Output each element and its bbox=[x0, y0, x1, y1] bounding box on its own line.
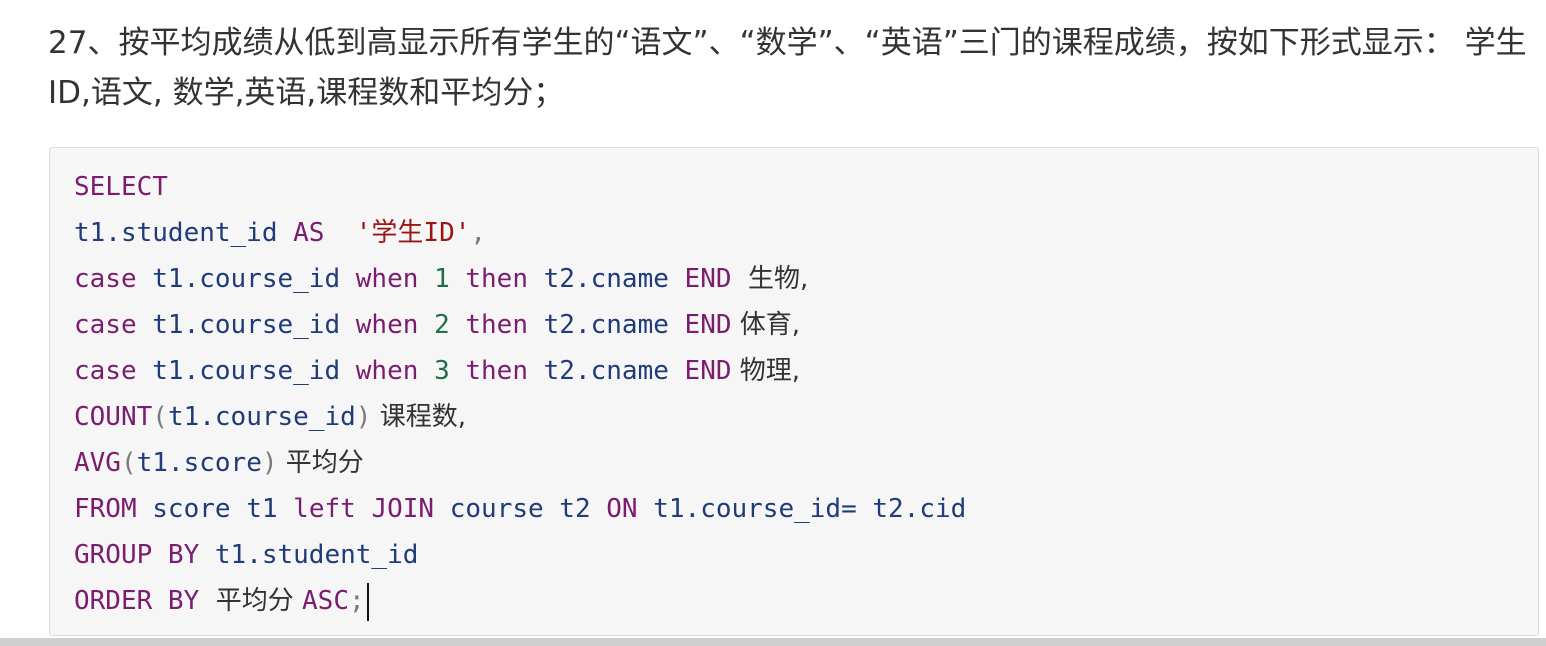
code-token: left bbox=[293, 494, 356, 524]
code-token: '学生ID' bbox=[355, 218, 471, 248]
code-token: case bbox=[74, 356, 137, 386]
code-token: ) bbox=[261, 448, 278, 478]
text-caret bbox=[366, 582, 369, 621]
code-token: t1.score bbox=[136, 448, 262, 478]
code-token: ORDER BY bbox=[74, 586, 200, 616]
code-token: t1.course_id bbox=[167, 402, 356, 432]
horizontal-scrollbar[interactable] bbox=[0, 638, 1546, 646]
code-token: when bbox=[355, 310, 419, 340]
code-token: t1.course_id bbox=[136, 310, 356, 340]
code-line: ORDER BY 平均分 ASC; bbox=[74, 578, 966, 624]
code-line: COUNT(t1.course_id) 课程数, bbox=[74, 394, 966, 440]
code-token: AS bbox=[293, 218, 325, 248]
code-line: t1.student_id AS '学生ID', bbox=[74, 210, 966, 256]
question-text: 27、按平均成绩从低到高显示所有学生的“语文”、“数学”、“英语”三门的课程成绩… bbox=[48, 25, 1527, 111]
code-token: 2 bbox=[434, 310, 450, 340]
code-token: t1.student_id bbox=[199, 540, 419, 570]
code-token: 课程数, bbox=[371, 402, 466, 432]
code-token: 物理, bbox=[731, 356, 801, 386]
code-token: t2.cname bbox=[528, 310, 685, 340]
code-token: t1.student_id bbox=[74, 218, 294, 248]
code-token: t1.course_id= t2.cid bbox=[637, 494, 967, 524]
code-token: then bbox=[465, 264, 528, 294]
code-token: COUNT bbox=[74, 402, 153, 432]
code-token: case bbox=[74, 310, 137, 340]
code-token: course t2 bbox=[434, 494, 607, 524]
code-token: JOIN bbox=[371, 494, 435, 524]
code-line: case t1.course_id when 2 then t2.cname E… bbox=[74, 302, 966, 348]
code-token: when bbox=[355, 356, 419, 386]
code-line: GROUP BY t1.student_id bbox=[74, 532, 966, 578]
code-line: SELECT bbox=[74, 164, 966, 210]
code-token: score t1 bbox=[136, 494, 294, 524]
code-token: ) bbox=[355, 402, 372, 432]
code-token: , bbox=[470, 218, 487, 248]
code-token: ( bbox=[120, 448, 137, 478]
code-token: then bbox=[465, 356, 528, 386]
code-token: END bbox=[684, 264, 732, 294]
code-token: FROM bbox=[74, 494, 137, 524]
code-line: AVG(t1.score) 平均分 bbox=[74, 440, 966, 486]
code-token: ( bbox=[152, 402, 168, 432]
code-token: t2.cname bbox=[528, 264, 685, 294]
code-token: 1 bbox=[434, 264, 450, 294]
code-line: case t1.course_id when 3 then t2.cname E… bbox=[74, 348, 966, 394]
code-token: 平均分 bbox=[199, 586, 303, 616]
code-token: when bbox=[355, 264, 419, 294]
code-token: 体育, bbox=[731, 310, 801, 340]
code-token: ASC bbox=[302, 586, 349, 616]
code-token: 平均分 bbox=[277, 448, 364, 478]
code-line: case t1.course_id when 1 then t2.cname E… bbox=[74, 256, 966, 302]
code-token: SELECT bbox=[74, 172, 168, 202]
code-line: FROM score t1 left JOIN course t2 ON t1.… bbox=[74, 486, 966, 532]
code-token: 生物, bbox=[731, 264, 809, 294]
code-token: AVG bbox=[74, 448, 121, 478]
code-lines: SELECT t1.student_id AS '学生ID', case t1.co… bbox=[74, 164, 966, 624]
code-token: then bbox=[465, 310, 528, 340]
code-token: ; bbox=[349, 586, 365, 616]
code-token: END bbox=[684, 356, 732, 386]
code-token: END bbox=[684, 310, 732, 340]
code-token: ON bbox=[606, 494, 638, 524]
code-token: t1.course_id bbox=[136, 356, 356, 386]
code-token: GROUP BY bbox=[74, 540, 200, 570]
code-token: t1.course_id bbox=[136, 264, 356, 294]
code-token: 3 bbox=[434, 356, 450, 386]
code-token: case bbox=[74, 264, 137, 294]
code-token: t2.cname bbox=[528, 356, 685, 386]
code-block[interactable]: SELECT t1.student_id AS '学生ID', case t1.co… bbox=[49, 147, 1539, 636]
